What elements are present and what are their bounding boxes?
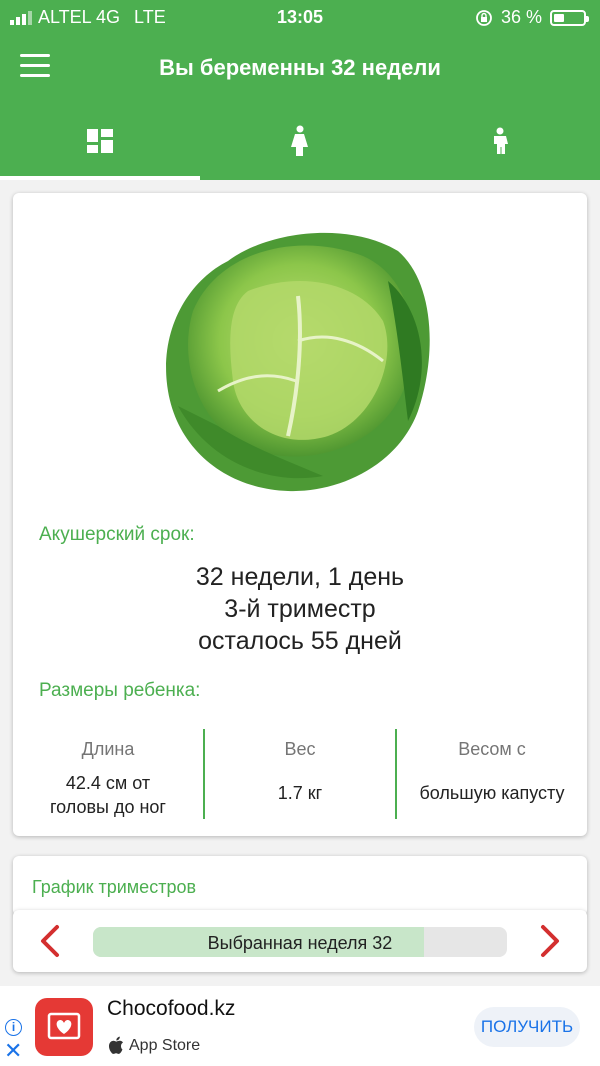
app-logo-icon (35, 998, 93, 1056)
dashboard-icon (87, 129, 113, 153)
pregnant-woman-icon (291, 125, 308, 156)
pregnancy-info-card: Акушерский срок: 32 недели, 1 день 3-й т… (13, 193, 587, 836)
tab-baby[interactable] (400, 102, 600, 180)
days-left-text: осталось 55 дней (198, 627, 402, 655)
tab-dashboard[interactable] (0, 102, 200, 180)
comparison-value: большую капусту (419, 783, 565, 803)
ad-info-icon[interactable]: i (5, 1019, 22, 1036)
baby-size-label: Размеры ребенка: (39, 680, 201, 701)
page-title: Вы беременны 32 недели (159, 55, 441, 80)
obstetric-term-weeks: 32 недели, 1 день (195, 563, 405, 591)
app-store-badge: App Store (108, 1036, 200, 1055)
child-icon (494, 127, 508, 154)
length-header: Длина (81, 739, 135, 759)
size-comparison-column: Весом с большую капусту (395, 729, 587, 819)
selected-week-label: Выбранная неделя 32 (207, 933, 393, 953)
week-progress-bar[interactable]: Выбранная неделя 32 (93, 927, 507, 957)
week-navigator: Выбранная неделя 32 (13, 910, 587, 972)
next-week-button[interactable] (535, 924, 565, 958)
obstetric-term-label: Акушерский срок: (39, 524, 195, 545)
length-value: 42.4 см от головы до ног (49, 773, 167, 817)
apple-icon (108, 1036, 123, 1054)
store-label: App Store (129, 1036, 201, 1054)
comparison-header: Весом с (458, 739, 526, 759)
orientation-lock-icon (476, 9, 492, 26)
trimester-text: 3-й триместр (224, 595, 376, 623)
ad-banner[interactable]: i ✕ Chocofood.kz App Store ПОЛУЧИТЬ (0, 986, 600, 1066)
ad-app-name: Chocofood.kz (107, 997, 236, 1020)
battery-icon (550, 9, 589, 26)
tab-mother[interactable] (200, 102, 400, 180)
baby-size-table: Длина 42.4 см от головы до ног Вес 1.7 к… (13, 729, 587, 819)
trimester-chart-label: График триместров (32, 877, 197, 897)
battery-percent: 36 % (500, 7, 542, 27)
app-bar: Вы беременны 32 недели (0, 34, 600, 102)
status-bar: ALTEL 4G LTE 13:05 36 % (0, 0, 600, 34)
size-length-column: Длина 42.4 см от головы до ног (13, 729, 203, 819)
tab-bar (0, 102, 600, 180)
get-app-button[interactable]: ПОЛУЧИТЬ (474, 1007, 580, 1047)
weight-value: 1.7 кг (277, 783, 323, 803)
size-weight-column: Вес 1.7 кг (203, 729, 395, 819)
trimester-chart-card: График триместров (13, 856, 587, 916)
cabbage-illustration (166, 232, 430, 492)
ad-close-icon[interactable]: ✕ (4, 1040, 22, 1062)
weight-header: Вес (284, 739, 316, 759)
previous-week-button[interactable] (35, 924, 65, 958)
